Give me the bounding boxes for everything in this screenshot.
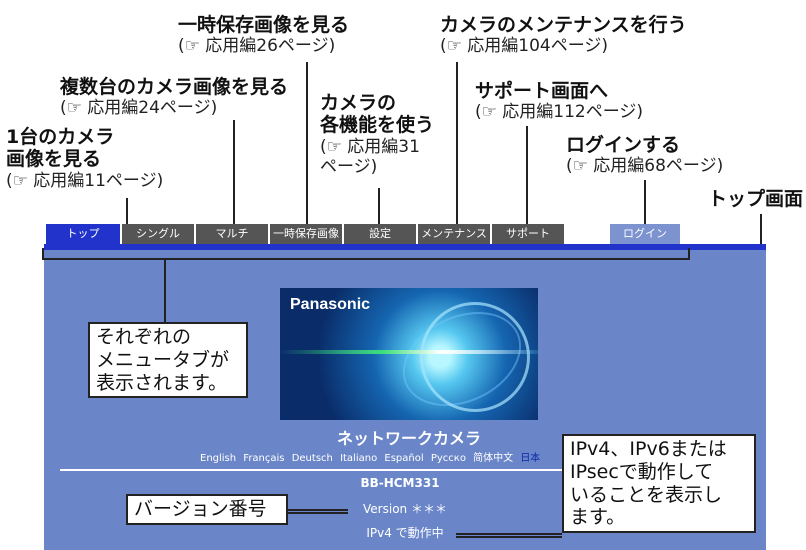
panasonic-banner: Panasonic — [280, 288, 538, 420]
leader-line — [233, 120, 235, 224]
annotation-single-camera: 1台のカメラ 画像を見る (☞ 応用編11ページ) — [6, 126, 163, 191]
lang-link[interactable]: Deutsch — [292, 453, 333, 464]
callout-ip-mode: IPv4、IPv6または IPsecで動作して いることを表示し ます。 — [562, 434, 756, 534]
annotation-buffered-image: 一時保存画像を見る (☞ 応用編26ページ) — [178, 14, 349, 56]
annotation-maintenance: カメラのメンテナンスを行う (☞ 応用編104ページ) — [440, 14, 687, 56]
lang-link[interactable]: 日本 — [520, 453, 540, 464]
tab-multi[interactable]: マルチ — [196, 224, 268, 244]
ip-mode-text: IPv4 で動作中 — [366, 526, 444, 540]
annotation-ref: (☞ 応用編26ページ) — [178, 36, 336, 57]
tab-setup[interactable]: 設定 — [344, 224, 416, 244]
lang-link[interactable]: 简体中文 — [473, 453, 513, 464]
leader-double-line — [456, 533, 562, 538]
callout-line: それぞれの — [96, 326, 192, 348]
annotation-heading: ログインする — [566, 134, 681, 156]
annotation-heading: 一時保存画像を見る — [178, 14, 350, 36]
leader-double-line — [288, 509, 348, 514]
annotation-ref: ページ) — [320, 156, 378, 177]
annotation-ref: (☞ 応用編31 — [320, 136, 420, 157]
annotation-heading: 1台のカメラ — [6, 126, 115, 148]
tab-maintenance[interactable]: メンテナンス — [418, 224, 490, 244]
annotation-top-screen: トップ画面 — [708, 188, 803, 210]
light-streak — [280, 350, 538, 354]
callout-line: いることを表示し — [570, 483, 723, 506]
callout-line: 表示されます。 — [96, 371, 228, 394]
lang-link[interactable]: English — [200, 453, 236, 464]
annotation-heading: カメラの — [320, 92, 397, 114]
lens-ring-icon — [420, 302, 530, 412]
tab-top[interactable]: トップ — [46, 224, 120, 244]
annotation-functions: カメラの 各機能を使う (☞ 応用編31 ページ) — [320, 92, 434, 177]
tab-support[interactable]: サポート — [492, 224, 564, 244]
annotation-heading: 画像を見る — [6, 148, 102, 171]
tab-login[interactable]: ログイン — [610, 224, 680, 244]
annotation-ref: (☞ 応用編11ページ) — [6, 170, 164, 191]
callout-line: バージョン番号 — [134, 498, 267, 520]
annotation-ref: (☞ 応用編68ページ) — [566, 156, 724, 177]
model-name: BB-HCM331 — [360, 476, 440, 490]
callout-version-number: バージョン番号 — [126, 494, 288, 525]
tab-bracket — [42, 248, 690, 260]
lang-link[interactable]: Русско — [431, 453, 466, 464]
tab-buffered-image[interactable]: 一時保存画像 — [270, 224, 342, 244]
annotation-heading: トップ画面 — [708, 188, 804, 210]
annotation-heading: 複数台のカメラ画像を見る — [60, 76, 289, 98]
leader-line — [644, 180, 646, 224]
annotation-ref: (☞ 応用編24ページ) — [60, 98, 218, 119]
annotation-heading: カメラのメンテナンスを行う — [440, 14, 687, 36]
lang-link[interactable]: Français — [243, 453, 284, 464]
annotation-heading: 各機能を使う — [320, 114, 435, 137]
lang-link[interactable]: Italiano — [340, 453, 377, 464]
page-title: ネットワークカメラ — [336, 429, 481, 448]
callout-line: IPsecで動作して — [570, 460, 714, 483]
callout-line: メニュータブが — [96, 348, 230, 371]
callout-menu-tabs: それぞれの メニュータブが 表示されます。 — [88, 322, 248, 399]
tab-single[interactable]: シングル — [122, 224, 194, 244]
annotation-ref: (☞ 応用編104ページ) — [440, 36, 609, 57]
language-links: English Français Deutsch Italiano Españo… — [200, 449, 544, 464]
lang-link[interactable]: Español — [384, 453, 423, 464]
leader-line — [526, 126, 528, 224]
annotation-ref: (☞ 応用編112ページ) — [475, 102, 644, 123]
leader-line — [456, 62, 458, 224]
annotation-multi-camera: 複数台のカメラ画像を見る (☞ 応用編24ページ) — [60, 76, 288, 118]
annotation-heading: サポート画面へ — [475, 80, 609, 102]
leader-line — [126, 198, 128, 224]
callout-line: IPv4、IPv6または — [570, 438, 727, 460]
annotation-login: ログインする (☞ 応用編68ページ) — [566, 134, 723, 176]
panasonic-logo: Panasonic — [290, 296, 371, 313]
leader-line — [378, 188, 380, 224]
annotation-support: サポート画面へ (☞ 応用編112ページ) — [475, 80, 643, 122]
version-text: Version ＊＊＊ — [363, 502, 447, 516]
leader-line — [306, 62, 308, 224]
callout-line: ます。 — [570, 506, 626, 529]
